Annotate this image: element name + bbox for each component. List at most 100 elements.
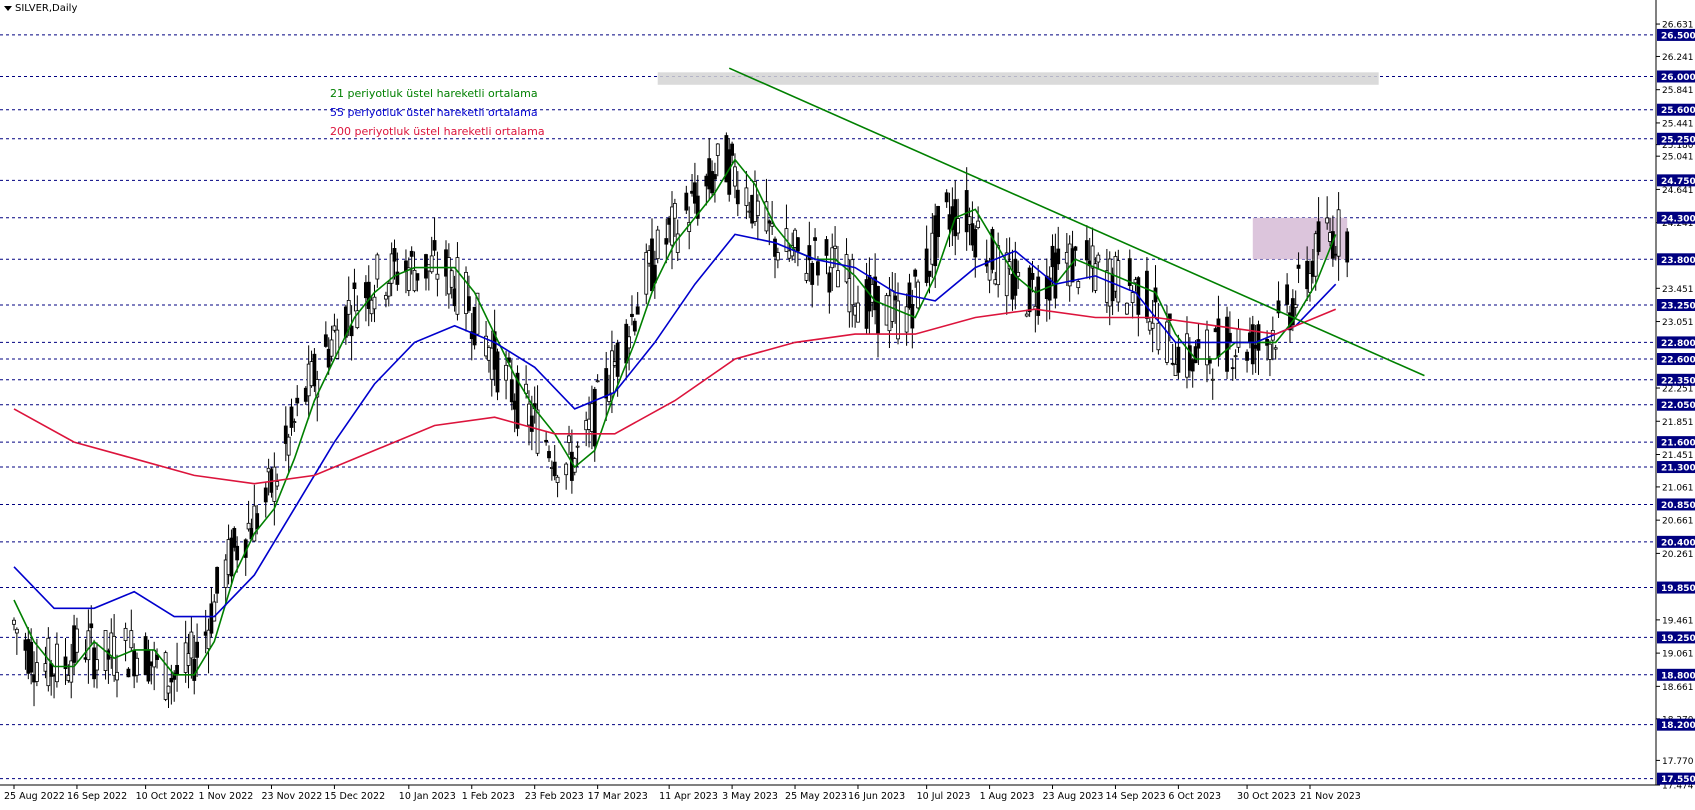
level-price-label: 22.600 — [1661, 356, 1695, 366]
y-tick-label: 21.451 — [1662, 451, 1694, 461]
candle-body — [415, 273, 420, 281]
candle-body — [1193, 346, 1198, 364]
x-tick-label: 6 Oct 2023 — [1168, 791, 1221, 802]
ema200-line — [13, 308, 1337, 485]
candle-body — [1210, 378, 1215, 381]
level-price-label: 19.250 — [1661, 634, 1695, 644]
level-price-label: 17.550 — [1661, 775, 1695, 785]
y-tick-label: 23.051 — [1662, 318, 1694, 328]
level-price-label: 18.200 — [1661, 721, 1695, 731]
symbol-label: SILVER,Daily — [15, 3, 78, 14]
candle-body — [263, 487, 268, 503]
level-price-label: 24.750 — [1661, 177, 1695, 187]
candle-body — [529, 415, 534, 432]
candle-body — [432, 240, 437, 251]
candle-body — [509, 379, 514, 403]
y-tick-label: 21.061 — [1662, 483, 1694, 493]
candle-body — [1156, 322, 1161, 351]
candle-body — [175, 664, 179, 676]
legend-item-1: 55 periyotluk üstel hareketli ortalama — [330, 106, 538, 119]
candle-body — [232, 528, 237, 548]
x-tick-label: 23 Feb 2023 — [525, 791, 584, 802]
candle-body — [1076, 281, 1081, 289]
candle-body — [126, 668, 131, 678]
candle-body — [495, 351, 500, 393]
x-tick-label: 10 Jul 2023 — [917, 791, 971, 802]
dropdown-triangle-icon[interactable] — [4, 6, 12, 11]
level-price-label: 26.500 — [1661, 31, 1695, 41]
candle-body — [824, 239, 829, 256]
candle-body — [672, 203, 677, 219]
x-tick-label: 1 Nov 2022 — [199, 791, 254, 802]
candle-body — [14, 628, 19, 634]
x-tick-label: 16 Jun 2023 — [848, 791, 905, 802]
candle-body — [1316, 221, 1321, 252]
candle-body — [275, 481, 280, 487]
candle-body — [329, 339, 334, 357]
candle-body — [1236, 328, 1241, 348]
level-price-label: 21.600 — [1661, 439, 1695, 449]
candle-body — [1030, 273, 1035, 280]
y-tick-label: 23.451 — [1662, 285, 1694, 295]
candle-body — [466, 296, 471, 311]
candle-body — [1096, 254, 1101, 263]
candle-body — [289, 406, 294, 428]
candle-body — [1336, 209, 1341, 257]
candle-body — [449, 270, 454, 288]
chart-header: SILVER,Daily — [4, 3, 77, 14]
candle-body — [29, 641, 34, 673]
candle-body — [212, 601, 217, 622]
candle-body — [323, 334, 328, 347]
candle-body — [89, 623, 94, 629]
candle-body — [69, 660, 74, 683]
candle-body — [575, 445, 580, 448]
level-price-label: 24.300 — [1661, 214, 1695, 224]
candle-body — [1150, 322, 1155, 329]
candle-body — [12, 619, 16, 625]
x-tick-label: 16 Sep 2022 — [67, 791, 127, 802]
candle-body — [332, 325, 337, 331]
candle-body — [976, 220, 981, 229]
candle-body — [956, 218, 961, 234]
x-tick-label: 23 Nov 2022 — [261, 791, 322, 802]
candle-body — [1345, 231, 1350, 263]
candle-body — [1130, 292, 1135, 303]
candle-body — [713, 174, 717, 180]
candle-body — [375, 254, 380, 280]
candle-body — [973, 229, 978, 258]
y-tick-label: 21.851 — [1662, 418, 1694, 428]
candle-body — [964, 190, 969, 233]
candle-body — [744, 187, 749, 206]
candle-body — [349, 325, 354, 337]
candle-body — [813, 237, 817, 241]
candle-body — [944, 192, 949, 203]
candle-body — [1073, 246, 1078, 251]
candle-body — [684, 192, 689, 211]
candle-body — [1225, 316, 1229, 372]
candle-body — [86, 630, 91, 661]
candle-body — [896, 300, 900, 340]
level-price-label: 22.350 — [1661, 376, 1695, 386]
candle-body — [1285, 284, 1290, 305]
candle-body — [916, 281, 920, 309]
y-tick-label: 25.041 — [1662, 153, 1694, 163]
candle-body — [189, 631, 194, 659]
candle-body — [635, 306, 640, 315]
candle-body — [386, 283, 391, 297]
y-tick-label: 19.461 — [1662, 616, 1694, 626]
x-tick-label: 1 Aug 2023 — [980, 791, 1035, 802]
candle-body — [455, 257, 460, 315]
x-tick-label: 25 Aug 2022 — [4, 791, 65, 802]
candle-body — [615, 342, 620, 377]
candle-body — [435, 273, 440, 280]
candle-body — [295, 397, 300, 404]
level-price-label: 23.800 — [1661, 256, 1695, 266]
level-price-label: 19.850 — [1661, 584, 1695, 594]
candle-body — [893, 295, 898, 301]
candle-body — [286, 436, 291, 456]
candle-body — [372, 296, 377, 310]
candle-body — [1165, 321, 1169, 363]
y-tick-label: 25.841 — [1662, 86, 1694, 96]
candle-body — [632, 320, 637, 332]
candle-body — [655, 229, 660, 260]
